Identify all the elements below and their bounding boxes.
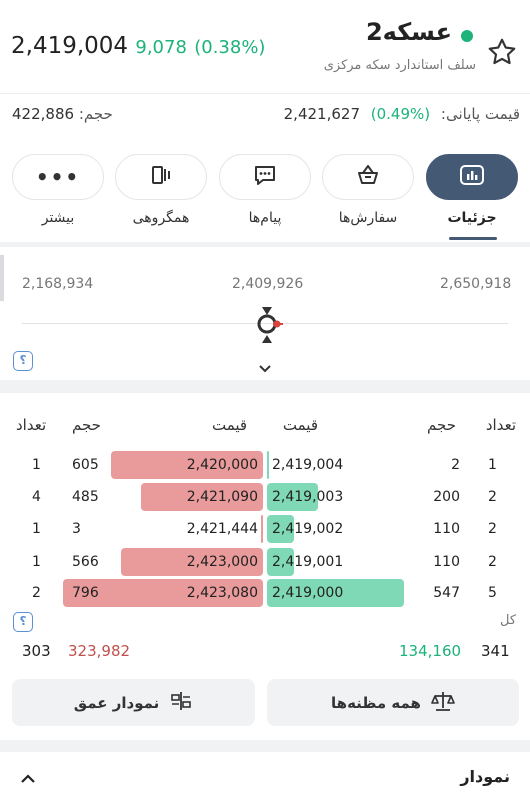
scale-icon — [431, 690, 455, 716]
ask-volume: 485 — [72, 489, 99, 505]
depth-chart-label: نمودار عمق — [73, 693, 160, 712]
header-count-sell: تعداد — [16, 416, 47, 434]
total-ask-volume: 323,982 — [68, 642, 131, 660]
closing-price: 2,421,627 — [283, 105, 360, 123]
header-count-buy: تعداد — [485, 416, 516, 434]
last-price-value: 2,419,004 — [11, 33, 129, 59]
bid-volume: 200 — [433, 489, 460, 505]
ask-count: 4 — [32, 489, 41, 505]
bid-count: 1 — [488, 457, 497, 473]
header-vol-buy: حجم — [427, 416, 456, 434]
chevron-up-icon[interactable] — [20, 770, 36, 783]
chart-section-title: نمودار — [460, 767, 510, 786]
closing-price-row: قیمت پایانی: (0.49%) 2,421,627 — [284, 105, 520, 123]
status-dot — [461, 30, 473, 42]
tab-messages-label[interactable]: پیام‌ها — [215, 210, 315, 226]
closing-label: قیمت پایانی: — [440, 105, 520, 123]
bid-count: 2 — [488, 521, 497, 537]
bid-volume: 110 — [433, 554, 460, 570]
header-vol-sell: حجم — [72, 416, 101, 434]
ask-price: 2,423,080 — [186, 585, 258, 601]
symbol-name: عسکه2 — [365, 18, 452, 46]
bid-price: 2,419,004 — [272, 457, 344, 473]
depth-chart-button[interactable]: نمودار عمق — [12, 679, 255, 726]
help-icon[interactable]: ؟ — [13, 351, 33, 371]
chart-section[interactable]: نمودار — [0, 752, 530, 800]
bid-volume: 110 — [433, 521, 460, 537]
volume-row: حجم: 422,886 — [12, 105, 113, 123]
closing-pct: (0.49%) — [370, 105, 431, 123]
tab-details-label[interactable]: جزئیات — [422, 210, 522, 226]
ask-count: 1 — [32, 521, 41, 537]
ask-depth-bar — [261, 515, 263, 543]
total-ask-count: 303 — [22, 642, 51, 660]
range-card: 2,168,934 2,409,926 2,650,918 ؟ — [0, 247, 530, 380]
help-icon[interactable]: ؟ — [13, 612, 33, 632]
total-bid-count: 341 — [481, 642, 510, 660]
tab-details[interactable] — [426, 154, 518, 200]
ask-volume: 3 — [72, 521, 81, 537]
bid-volume: 2 — [451, 457, 460, 473]
depth-icon — [169, 690, 193, 716]
tab-more[interactable]: ••• — [12, 154, 104, 200]
ask-count: 1 — [32, 554, 41, 570]
tab-peers[interactable] — [115, 154, 207, 200]
scroll-edge — [0, 255, 4, 301]
active-tab-indicator — [449, 237, 497, 240]
tab-orders-label[interactable]: سفارش‌ها — [318, 210, 418, 226]
chat-icon — [252, 163, 278, 191]
header-price-sell: قیمت — [212, 416, 248, 434]
divider — [0, 93, 530, 94]
ask-volume: 796 — [72, 585, 99, 601]
all-suspects-button[interactable]: همه مظنه‌ها — [267, 679, 519, 726]
bid-price: 2,419,002 — [272, 521, 344, 537]
all-suspects-label: همه مظنه‌ها — [331, 693, 421, 712]
bid-price: 2,419,003 — [272, 489, 344, 505]
header-card: عسکه2 سلف استاندارد سکه مرکزی 2,419,004 … — [0, 0, 530, 140]
bid-count: 2 — [488, 554, 497, 570]
bid-volume: 547 — [433, 585, 460, 601]
orderbook-row[interactable]: 2 796 2,423,080 2,419,000 547 5 — [0, 579, 530, 609]
last-price: 2,419,004 9,078 (0.38%) — [11, 33, 265, 59]
bid-price: 2,419,001 — [272, 554, 344, 570]
orderbook-row[interactable]: 1 566 2,423,000 2,419,001 110 2 — [0, 548, 530, 578]
bid-depth-bar — [267, 451, 269, 479]
tab-messages[interactable] — [219, 154, 311, 200]
more-icon: ••• — [35, 165, 81, 189]
orderbook-row[interactable]: 1 3 2,421,444 2,419,002 110 2 — [0, 515, 530, 545]
orderbook-row[interactable]: 1 605 2,420,000 2,419,004 2 1 — [0, 451, 530, 481]
volume-value: 422,886 — [12, 105, 75, 123]
star-icon[interactable] — [486, 36, 518, 68]
bid-count: 5 — [488, 585, 497, 601]
orderbook-row[interactable]: 4 485 2,421,090 2,419,003 200 2 — [0, 483, 530, 513]
price-change-pct: (0.38%) — [194, 37, 266, 58]
ask-price: 2,420,000 — [186, 457, 258, 473]
ask-price: 2,421,444 — [186, 521, 258, 537]
range-high: 2,650,918 — [440, 276, 512, 292]
ask-volume: 566 — [72, 554, 99, 570]
price-marker-icon — [253, 307, 285, 343]
price-change: 9,078 — [135, 37, 187, 58]
tab-more-label[interactable]: بیشتر — [8, 210, 108, 226]
range-low: 2,168,934 — [22, 276, 94, 292]
chevron-down-icon[interactable] — [258, 359, 272, 373]
basket-icon — [355, 163, 381, 191]
volume-label: حجم: — [78, 105, 113, 123]
ask-volume: 605 — [72, 457, 99, 473]
ask-price: 2,421,090 — [186, 489, 258, 505]
range-mid: 2,409,926 — [232, 276, 304, 292]
bid-count: 2 — [488, 489, 497, 505]
bid-price: 2,419,000 — [272, 585, 344, 601]
ask-price: 2,423,000 — [186, 554, 258, 570]
compare-icon — [148, 163, 174, 191]
tab-peers-label[interactable]: همگروهی — [111, 210, 211, 226]
symbol-subtitle: سلف استاندارد سکه مرکزی — [323, 58, 476, 73]
total-label: کل — [500, 613, 517, 628]
chart-icon — [459, 164, 485, 190]
total-bid-volume: 134,160 — [399, 642, 462, 660]
ask-count: 2 — [32, 585, 41, 601]
ask-count: 1 — [32, 457, 41, 473]
tab-orders[interactable] — [322, 154, 414, 200]
header-price-buy: قیمت — [282, 416, 318, 434]
